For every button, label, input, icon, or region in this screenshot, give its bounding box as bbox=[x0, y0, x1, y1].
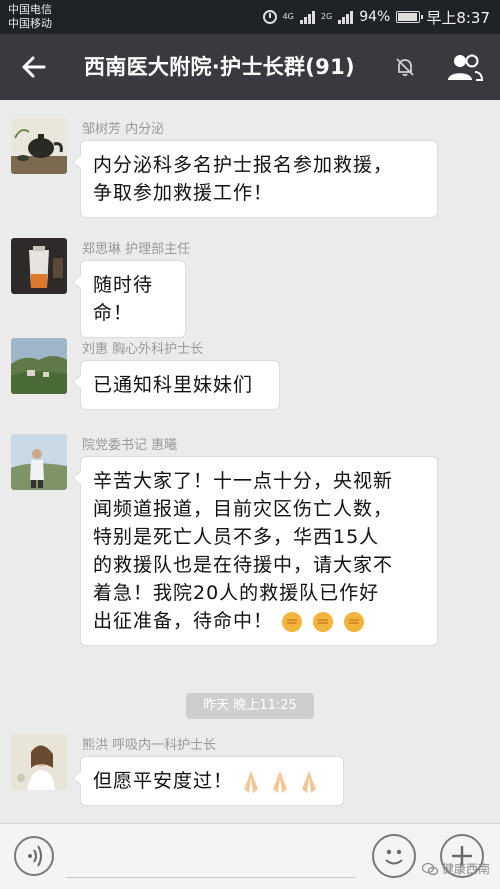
clock: 早上8:37 bbox=[426, 8, 490, 27]
group-members-button[interactable] bbox=[446, 52, 484, 82]
smiley-icon bbox=[385, 849, 403, 865]
status-bar: 中国电信 中国移动 4G 2G 94% 早上8:37 bbox=[0, 0, 500, 34]
group-title: 西南医大附院·护士长群(91) bbox=[84, 55, 355, 79]
message-line: 闻频道报道，目前灾区伤亡人数， bbox=[93, 498, 394, 520]
signal-icon bbox=[299, 10, 315, 24]
signal-icon-2 bbox=[338, 10, 354, 24]
back-arrow-icon bbox=[22, 56, 46, 78]
message-line: 争取参加救援工作！ bbox=[93, 182, 274, 204]
status-icons: 4G 2G 94% 早上8:37 bbox=[262, 6, 490, 28]
carrier-1: 中国电信 bbox=[8, 3, 52, 16]
sender-name: 刘惠 胸心外科护士长 bbox=[82, 342, 204, 357]
pray-emoji-icon bbox=[244, 770, 259, 793]
message-bubble[interactable]: 已通知科里妹妹们 bbox=[73, 360, 280, 410]
avatar[interactable] bbox=[11, 238, 67, 294]
watermark: 健康西南 bbox=[421, 860, 490, 877]
fist-emoji-icon bbox=[313, 611, 334, 632]
voice-wave-icon bbox=[28, 845, 42, 867]
avatar[interactable] bbox=[11, 434, 67, 490]
message-bubble[interactable]: 辛苦大家了！十一点十分，央视新 闻频道报道，目前灾区伤亡人数， 特别是死亡人员不… bbox=[73, 456, 438, 646]
timestamp: 昨天 晚上11:25 bbox=[186, 693, 314, 719]
message-line: 随时待命！ bbox=[93, 274, 154, 324]
mute-bell-icon bbox=[394, 56, 416, 78]
message-line: 但愿平安度过！ bbox=[93, 770, 234, 792]
carrier-2: 中国移动 bbox=[8, 17, 52, 30]
avatar[interactable] bbox=[11, 118, 67, 174]
message-line: 辛苦大家了！十一点十分，央视新 bbox=[93, 470, 394, 492]
message-line: 着急！我院20人的救援队已作好 bbox=[93, 582, 380, 604]
battery-percent: 94% bbox=[359, 9, 391, 25]
message-line: 已通知科里妹妹们 bbox=[93, 374, 254, 396]
back-button[interactable] bbox=[18, 51, 50, 83]
sender-name: 院党委书记 惠曦 bbox=[82, 438, 178, 453]
watermark-text: 健康西南 bbox=[441, 862, 490, 876]
message-bubble[interactable]: 随时待命！ bbox=[73, 260, 186, 338]
message-bubble[interactable]: 内分泌科多名护士报名参加救援， 争取参加救援工作！ bbox=[73, 140, 438, 218]
pray-emoji-icon bbox=[273, 770, 288, 793]
message-input[interactable] bbox=[66, 838, 356, 878]
chat-header: 西南医大附院·护士长群(91) bbox=[0, 34, 500, 100]
message-line: 出征准备，待命中！ bbox=[93, 610, 274, 632]
sender-name: 郑思琳 护理部主任 bbox=[82, 242, 191, 257]
alarm-icon bbox=[262, 10, 277, 24]
sender-name: 邹树芳 内分泌 bbox=[82, 122, 165, 137]
carriers: 中国电信 中国移动 bbox=[8, 3, 52, 31]
avatar[interactable] bbox=[11, 734, 67, 790]
avatar[interactable] bbox=[11, 338, 67, 394]
voice-button[interactable] bbox=[14, 836, 54, 876]
wechat-logo-icon bbox=[421, 862, 438, 875]
message-line: 内分泌科多名护士报名参加救援， bbox=[93, 154, 394, 176]
battery-icon bbox=[396, 11, 424, 23]
message-line: 特别是死亡人员不多，华西15人 bbox=[93, 526, 380, 548]
fist-emoji-icon bbox=[282, 611, 303, 632]
emoji-button[interactable] bbox=[372, 834, 416, 878]
sender-name: 熊洪 呼吸内一科护士长 bbox=[82, 738, 217, 753]
chat-messages[interactable]: 邹树芳 内分泌 内分泌科多名护士报名参加救援， 争取参加救援工作！ 郑思琳 护理… bbox=[0, 100, 500, 823]
fist-emoji-icon bbox=[344, 611, 365, 632]
people-icon bbox=[448, 54, 484, 81]
pray-emoji-icon bbox=[302, 770, 317, 793]
input-bar: 健康西南 bbox=[0, 823, 500, 889]
message-line-with-emoji: 出征准备，待命中！ bbox=[93, 607, 425, 635]
message-bubble[interactable]: 但愿平安度过！ bbox=[73, 756, 344, 806]
network-badge-2: 2G bbox=[320, 12, 333, 21]
message-line-with-emoji: 但愿平安度过！ bbox=[93, 767, 331, 795]
message-line: 的救援队也是在待援中，请大家不 bbox=[93, 554, 394, 576]
network-badge-1: 4G bbox=[282, 12, 294, 21]
